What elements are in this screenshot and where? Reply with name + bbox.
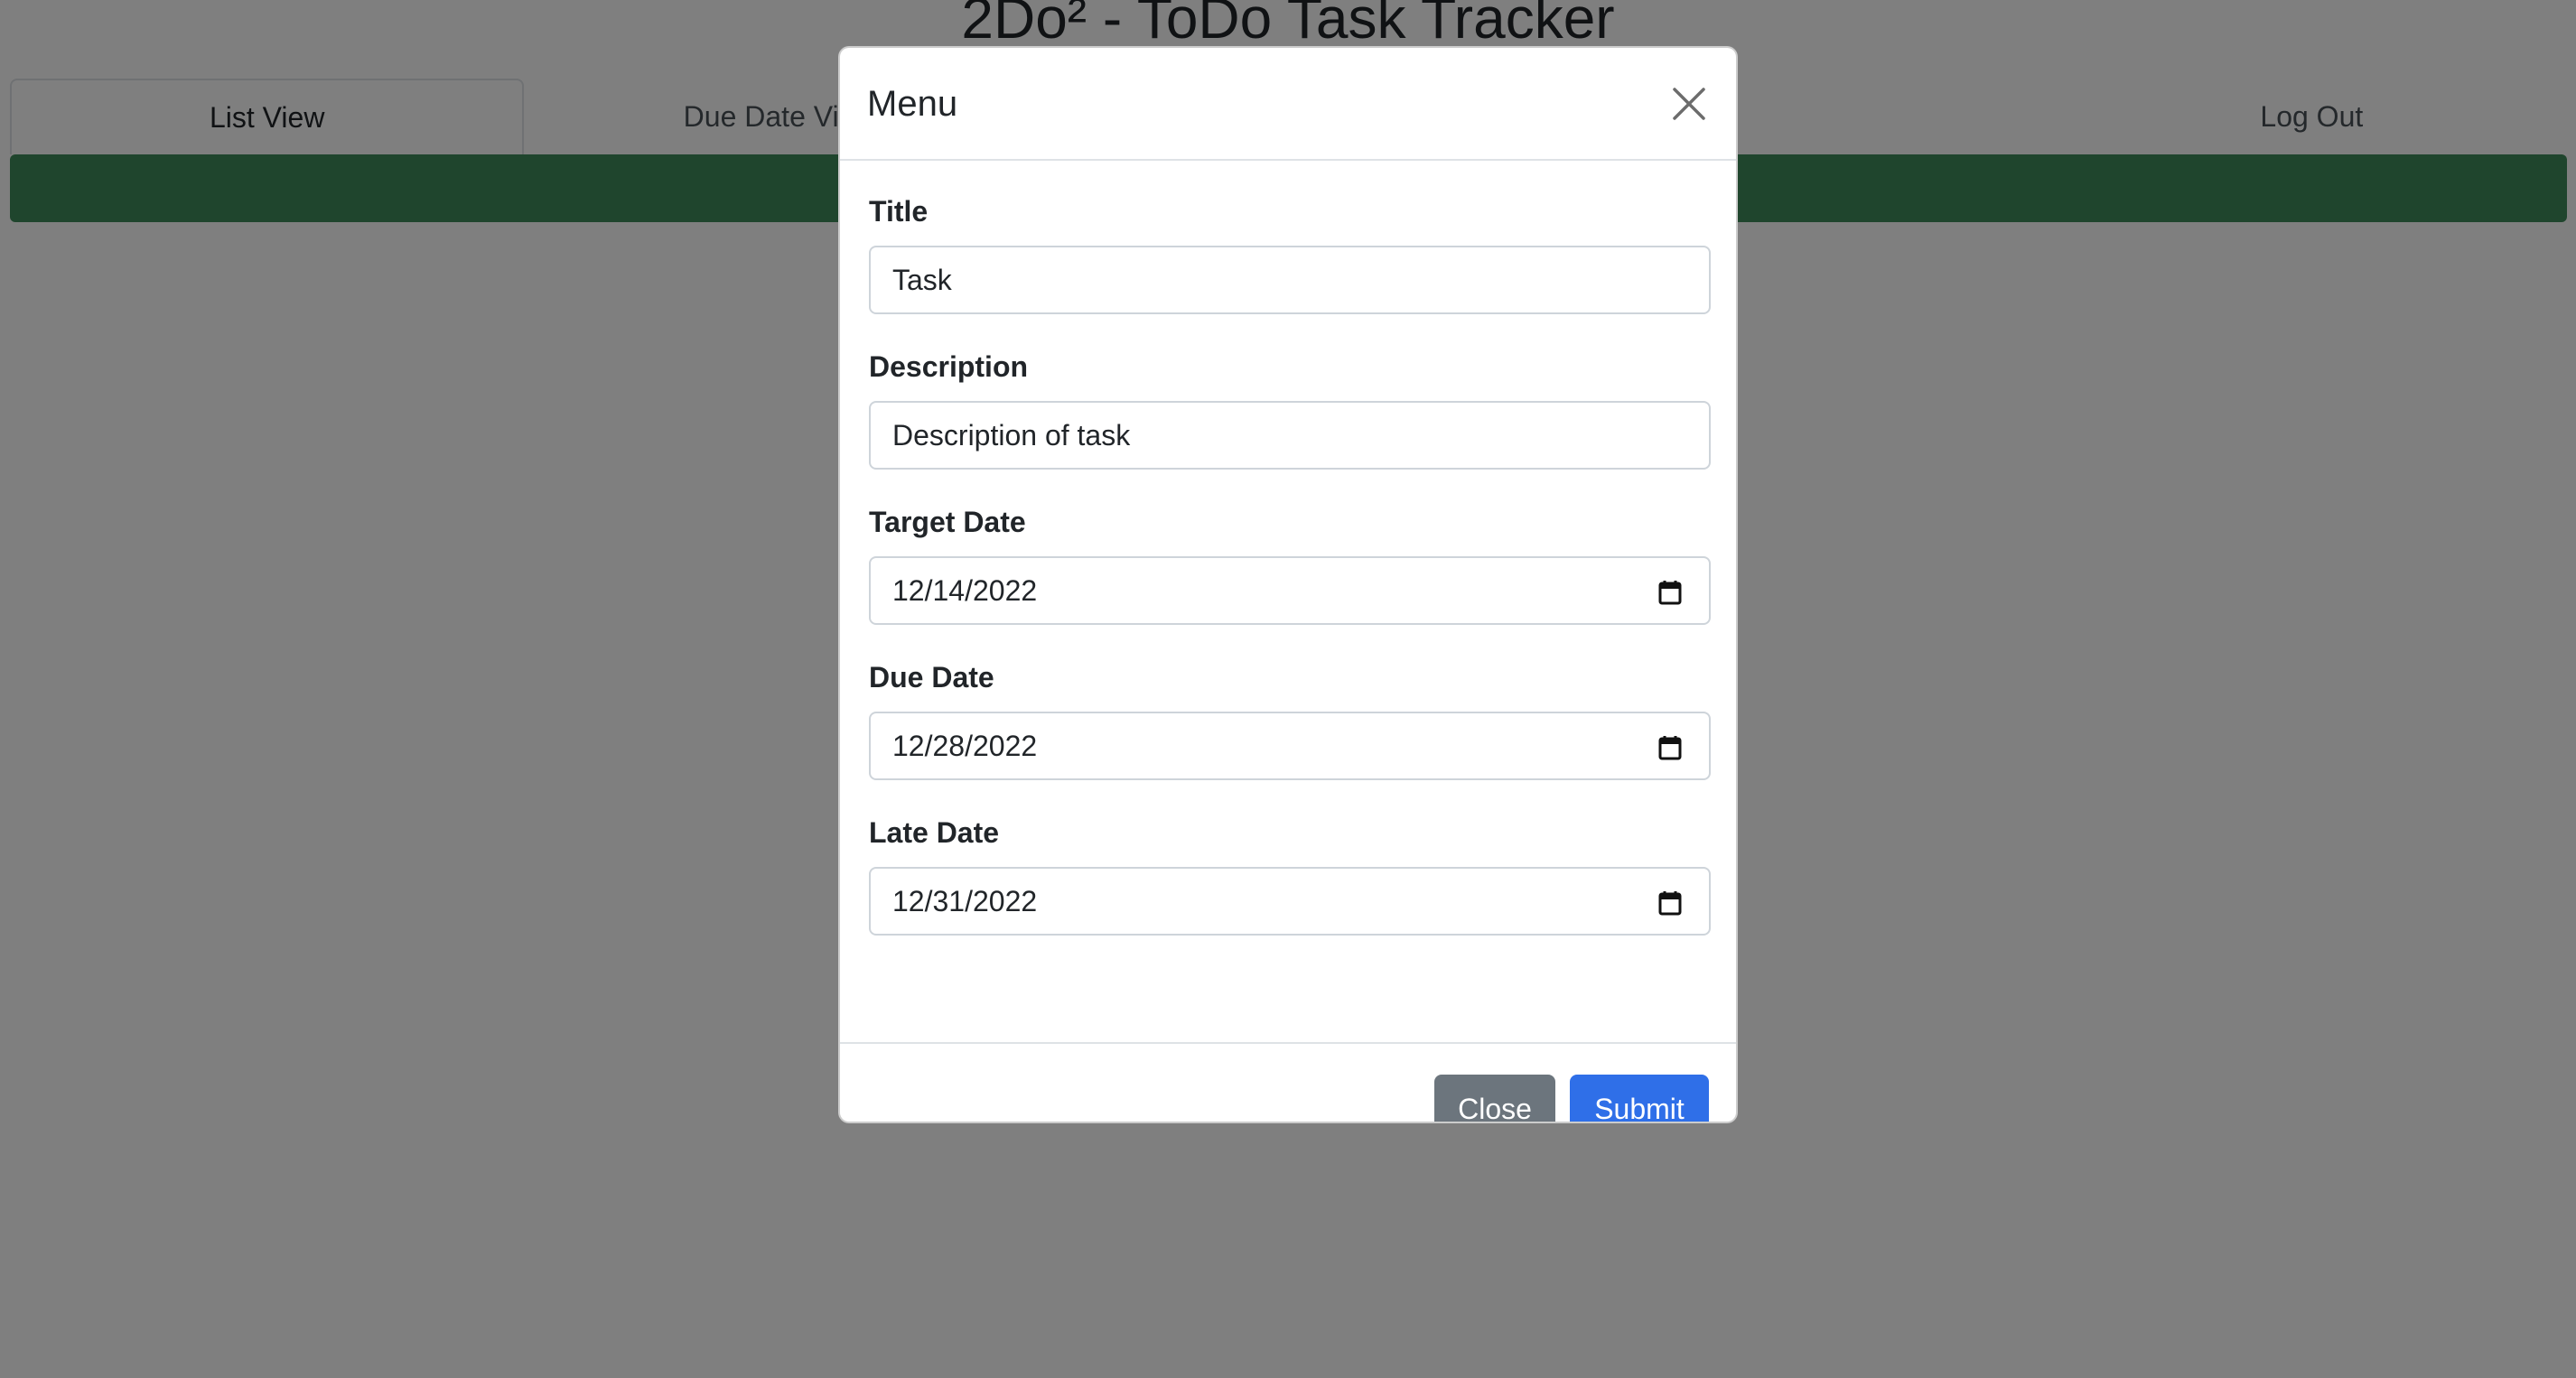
due-date-input[interactable]: 12/28/2022: [869, 712, 1711, 780]
target-date-label: Target Date: [869, 506, 1026, 538]
late-date-field-group: Late Date 12/31/2022: [869, 815, 1711, 970]
title-input[interactable]: Task: [869, 246, 1711, 314]
target-date-field-group: Target Date 12/14/2022: [869, 504, 1711, 659]
modal-header: Menu: [840, 48, 1736, 161]
modal-footer: Close Submit: [840, 1044, 1736, 1122]
title-label: Title: [869, 195, 929, 228]
calendar-icon[interactable]: [1658, 735, 1682, 760]
close-button[interactable]: Close: [1434, 1075, 1555, 1122]
title-field-group: Title Task: [869, 193, 1711, 349]
calendar-icon[interactable]: [1658, 890, 1682, 916]
description-field-group: Description Description of task: [869, 349, 1711, 504]
calendar-icon[interactable]: [1658, 580, 1682, 605]
description-value: Description of task: [892, 418, 1131, 452]
target-date-input[interactable]: 12/14/2022: [869, 556, 1711, 625]
description-label: Description: [869, 350, 1029, 383]
modal-body: Title Task Description Description of ta…: [840, 161, 1736, 1044]
due-date-label: Due Date: [869, 661, 994, 694]
close-icon[interactable]: [1667, 82, 1711, 126]
late-date-label: Late Date: [869, 816, 1000, 849]
description-input[interactable]: Description of task: [869, 401, 1711, 470]
late-date-value: 12/31/2022: [892, 884, 1038, 917]
modal-title: Menu: [867, 84, 958, 124]
target-date-value: 12/14/2022: [892, 573, 1038, 607]
title-value: Task: [892, 263, 952, 296]
late-date-input[interactable]: 12/31/2022: [869, 867, 1711, 936]
due-date-value: 12/28/2022: [892, 729, 1038, 762]
submit-button[interactable]: Submit: [1570, 1075, 1709, 1122]
task-modal: Menu Title Task Description Description …: [838, 46, 1738, 1123]
due-date-field-group: Due Date 12/28/2022: [869, 659, 1711, 815]
